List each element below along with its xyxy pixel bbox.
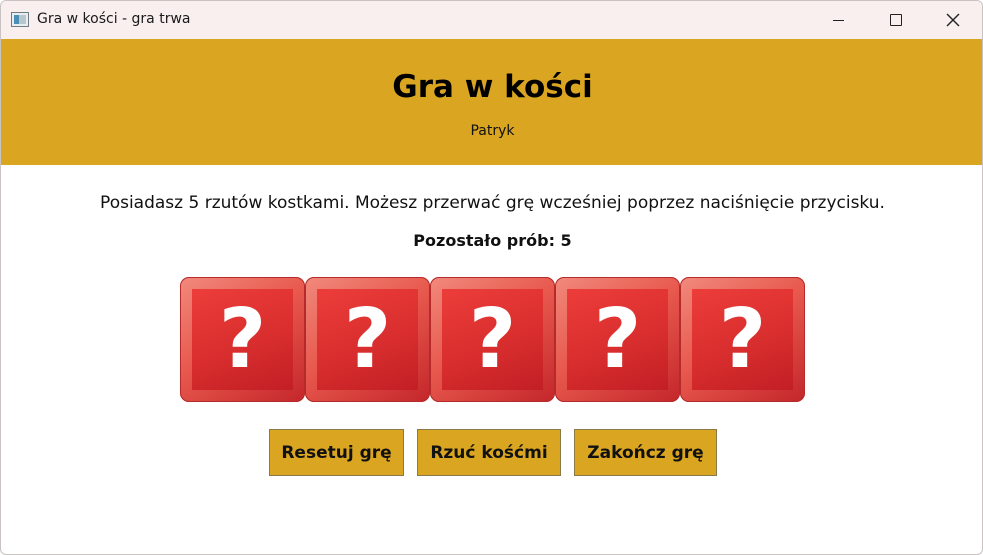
player-name: Patryk [470,123,515,139]
question-mark-icon: ? [718,292,767,387]
close-icon [946,13,959,27]
instructions-text: Posiadasz 5 rzutów kostkami. Możesz prze… [100,193,885,213]
title-bar[interactable]: Gra w kości - gra trwa [1,1,982,39]
remaining-tries: Pozostało prób: 5 [413,231,572,250]
minimize-icon [833,19,844,21]
question-mark-icon: ? [218,292,267,387]
reset-game-button[interactable]: Resetuj grę [269,429,404,476]
die-1[interactable]: ? [180,277,305,402]
minimize-button[interactable] [810,1,867,39]
end-game-button[interactable]: Zakończ grę [574,429,717,476]
question-mark-icon: ? [593,292,642,387]
maximize-button[interactable] [867,1,924,39]
app-window: Gra w kości - gra trwa Gra w kości Patry… [0,0,983,555]
roll-dice-button[interactable]: Rzuć kośćmi [417,429,561,476]
die-3[interactable]: ? [430,277,555,402]
header-banner: Gra w kości Patryk [1,39,982,165]
question-mark-icon: ? [343,292,392,387]
game-title: Gra w kości [392,69,593,105]
window-title: Gra w kości - gra trwa [37,11,191,27]
question-mark-icon: ? [468,292,517,387]
die-4[interactable]: ? [555,277,680,402]
dice-row: ? ? ? ? ? [180,277,806,402]
app-icon [11,12,29,27]
die-5[interactable]: ? [680,277,805,402]
close-button[interactable] [924,1,981,39]
maximize-icon [889,14,902,26]
die-2[interactable]: ? [305,277,430,402]
